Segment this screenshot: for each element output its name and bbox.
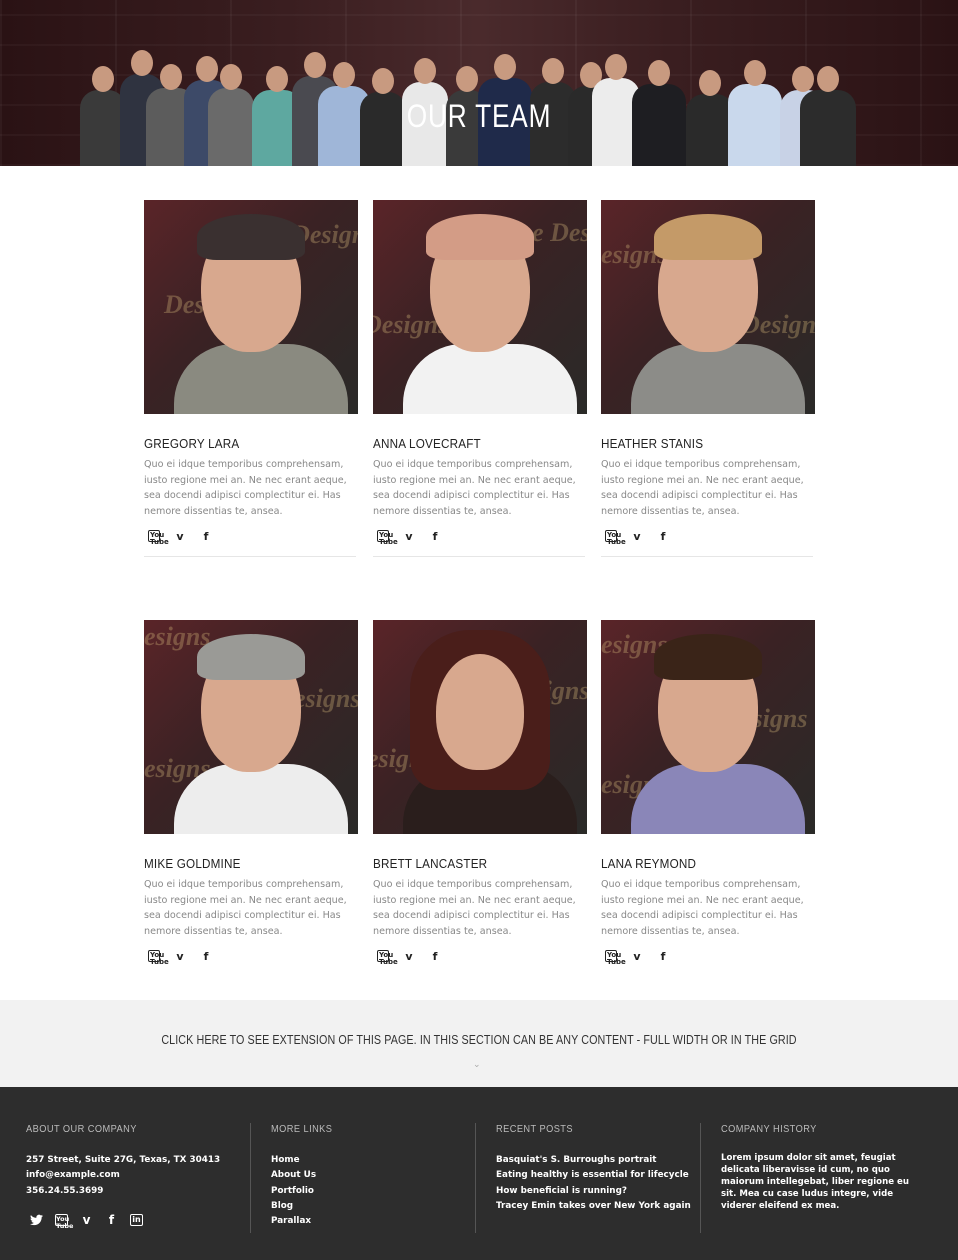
recent-post-link[interactable]: Tracey Emin takes over New York again bbox=[496, 1199, 691, 1214]
facebook-icon[interactable]: f bbox=[105, 1213, 118, 1227]
footer-links: MORE LINKS Home About Us Portfolio Blog … bbox=[271, 1087, 471, 1260]
chevron-down-icon[interactable]: ⌄ bbox=[473, 1060, 481, 1070]
recent-post-link[interactable]: How beneficial is running? bbox=[496, 1184, 691, 1199]
team-member-card: esigns esigns esigns LANA REYMOND Quo ei… bbox=[601, 620, 815, 966]
team-member-card: Fine Designs Designs GREGORY LARA Quo ei… bbox=[144, 200, 358, 557]
member-name: ANNA LOVECRAFT bbox=[373, 436, 481, 451]
email-link[interactable]: info@example.com bbox=[26, 1168, 220, 1183]
footer-heading: COMPANY HISTORY bbox=[721, 1123, 817, 1135]
member-name: MIKE GOLDMINE bbox=[144, 856, 241, 871]
member-social-links: You Tube v f bbox=[373, 947, 587, 966]
page-title: OUR TEAM bbox=[406, 98, 552, 134]
facebook-icon[interactable]: f bbox=[657, 530, 669, 543]
member-name: HEATHER STANIS bbox=[601, 436, 704, 451]
footer-social-links: You Tube v f in bbox=[30, 1213, 143, 1229]
team-member-card: esigns esigns BRETT LANCASTER Quo ei idq… bbox=[373, 620, 587, 966]
divider bbox=[700, 1123, 701, 1233]
member-photo[interactable]: esigns esigns bbox=[373, 620, 587, 834]
cta-text[interactable]: CLICK HERE TO SEE EXTENSION OF THIS PAGE… bbox=[67, 1033, 891, 1047]
vimeo-icon[interactable]: v bbox=[174, 530, 186, 543]
linkedin-icon[interactable]: in bbox=[130, 1214, 143, 1226]
company-history-text: Lorem ipsum dolor sit amet, feugiat deli… bbox=[721, 1153, 909, 1211]
member-bio: Quo ei idque temporibus comprehensam, iu… bbox=[144, 459, 347, 517]
footer-heading: MORE LINKS bbox=[271, 1123, 333, 1135]
member-name: BRETT LANCASTER bbox=[373, 856, 488, 871]
member-bio: Quo ei idque temporibus comprehensam, iu… bbox=[144, 879, 347, 937]
youtube-icon[interactable]: You Tube bbox=[377, 530, 398, 546]
team-member-card: esigns Designs HEATHER STANIS Quo ei idq… bbox=[601, 200, 815, 557]
footer-about: ABOUT OUR COMPANY 257 Street, Suite 27G,… bbox=[26, 1087, 246, 1260]
footer-heading: ABOUT OUR COMPANY bbox=[26, 1123, 137, 1135]
vimeo-icon[interactable]: v bbox=[403, 530, 415, 543]
footer-heading: RECENT POSTS bbox=[496, 1123, 573, 1135]
vimeo-icon[interactable]: v bbox=[80, 1213, 93, 1227]
member-social-links: You Tube v f bbox=[601, 527, 815, 546]
member-name: GREGORY LARA bbox=[144, 436, 240, 451]
footer-link-about[interactable]: About Us bbox=[271, 1168, 316, 1183]
member-social-links: You Tube v f bbox=[144, 947, 358, 966]
footer-link-home[interactable]: Home bbox=[271, 1153, 316, 1168]
member-social-links: You Tube v f bbox=[373, 527, 587, 546]
member-photo[interactable]: esigns esigns esigns bbox=[144, 620, 358, 834]
member-photo[interactable]: esigns esigns esigns bbox=[601, 620, 815, 834]
vimeo-icon[interactable]: v bbox=[403, 950, 415, 963]
member-bio: Quo ei idque temporibus comprehensam, iu… bbox=[373, 879, 576, 937]
facebook-icon[interactable]: f bbox=[200, 950, 212, 963]
footer-link-portfolio[interactable]: Portfolio bbox=[271, 1184, 316, 1199]
vimeo-icon[interactable]: v bbox=[631, 530, 643, 543]
vimeo-icon[interactable]: v bbox=[174, 950, 186, 963]
footer-recent-posts: RECENT POSTS Basquiat's S. Burroughs por… bbox=[496, 1087, 696, 1260]
divider bbox=[601, 556, 813, 557]
footer: ABOUT OUR COMPANY 257 Street, Suite 27G,… bbox=[0, 1087, 958, 1260]
member-photo[interactable]: Fine Designs Designs bbox=[144, 200, 358, 414]
footer-link-blog[interactable]: Blog bbox=[271, 1199, 316, 1214]
divider bbox=[250, 1123, 251, 1233]
divider bbox=[373, 556, 585, 557]
youtube-icon[interactable]: You Tube bbox=[605, 950, 626, 966]
member-photo[interactable]: Fine Designs Designs bbox=[373, 200, 587, 414]
twitter-icon[interactable] bbox=[30, 1214, 43, 1226]
member-photo[interactable]: esigns Designs bbox=[601, 200, 815, 414]
facebook-icon[interactable]: f bbox=[429, 950, 441, 963]
youtube-icon[interactable]: You Tube bbox=[377, 950, 398, 966]
recent-post-link[interactable]: Eating healthy is essential for lifecycl… bbox=[496, 1168, 691, 1183]
facebook-icon[interactable]: f bbox=[200, 530, 212, 543]
vimeo-icon[interactable]: v bbox=[631, 950, 643, 963]
team-member-card: esigns esigns esigns MIKE GOLDMINE Quo e… bbox=[144, 620, 358, 966]
youtube-icon[interactable]: You Tube bbox=[605, 530, 626, 546]
youtube-icon[interactable]: You Tube bbox=[148, 950, 169, 966]
member-social-links: You Tube v f bbox=[144, 527, 358, 546]
team-member-card: Fine Designs Designs ANNA LOVECRAFT Quo … bbox=[373, 200, 587, 557]
divider bbox=[144, 556, 356, 557]
member-bio: Quo ei idque temporibus comprehensam, iu… bbox=[601, 879, 804, 937]
youtube-icon[interactable]: You Tube bbox=[55, 1214, 73, 1229]
extension-cta[interactable]: CLICK HERE TO SEE EXTENSION OF THIS PAGE… bbox=[0, 1000, 958, 1087]
hero-banner: OUR TEAM bbox=[0, 0, 958, 166]
footer-link-parallax[interactable]: Parallax bbox=[271, 1214, 316, 1229]
member-name: LANA REYMOND bbox=[601, 856, 697, 871]
member-bio: Quo ei idque temporibus comprehensam, iu… bbox=[373, 459, 576, 517]
recent-post-link[interactable]: Basquiat's S. Burroughs portrait bbox=[496, 1153, 691, 1168]
member-social-links: You Tube v f bbox=[601, 947, 815, 966]
footer-history: COMPANY HISTORY Lorem ipsum dolor sit am… bbox=[721, 1087, 931, 1260]
youtube-icon[interactable]: You Tube bbox=[148, 530, 169, 546]
facebook-icon[interactable]: f bbox=[429, 530, 441, 543]
member-bio: Quo ei idque temporibus comprehensam, iu… bbox=[601, 459, 804, 517]
divider bbox=[475, 1123, 476, 1233]
phone-number: 356.24.55.3699 bbox=[26, 1185, 104, 1196]
facebook-icon[interactable]: f bbox=[657, 950, 669, 963]
address: 257 Street, Suite 27G, Texas, TX 30413 bbox=[26, 1155, 221, 1165]
